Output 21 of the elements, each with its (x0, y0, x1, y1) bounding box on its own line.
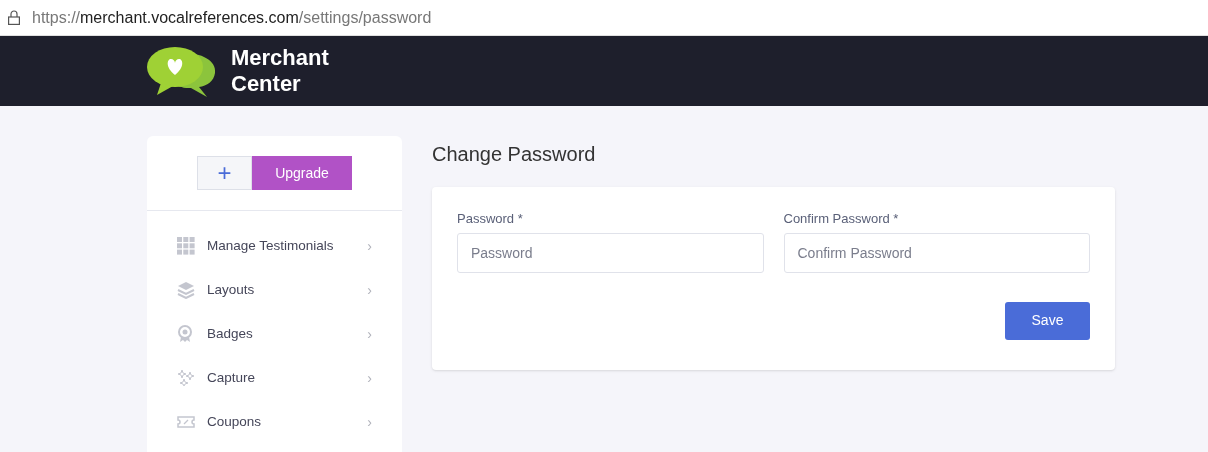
sidebar-item[interactable]: Badges › (147, 312, 402, 356)
sidebar-item[interactable]: Coupons › (147, 400, 402, 444)
award-icon (177, 325, 193, 343)
field-label: Password * (457, 210, 524, 228)
grid-icon (177, 237, 195, 255)
field-label: Confirm Password * (783, 210, 900, 228)
sidebar-item[interactable]: Layouts › (147, 268, 402, 312)
sidebar-item[interactable]: Manage Testimonials › (147, 224, 402, 268)
save-button[interactable]: Save (1005, 301, 1090, 340)
brand-title: Center (231, 71, 302, 97)
page-title: Change Password (432, 142, 597, 167)
layers-icon (177, 281, 195, 299)
sidebar-item[interactable]: Capture › (147, 356, 402, 400)
sparkle-icon (177, 369, 195, 387)
ticket-icon (177, 416, 195, 428)
input-field[interactable]: Confirm Password (783, 232, 1090, 273)
upgrade-button[interactable]: Upgrade (252, 156, 352, 190)
brand-title: Merchant (231, 45, 329, 71)
add-button[interactable]: + (197, 156, 252, 190)
lock-icon (8, 10, 20, 25)
input-field[interactable]: Password (457, 232, 764, 273)
